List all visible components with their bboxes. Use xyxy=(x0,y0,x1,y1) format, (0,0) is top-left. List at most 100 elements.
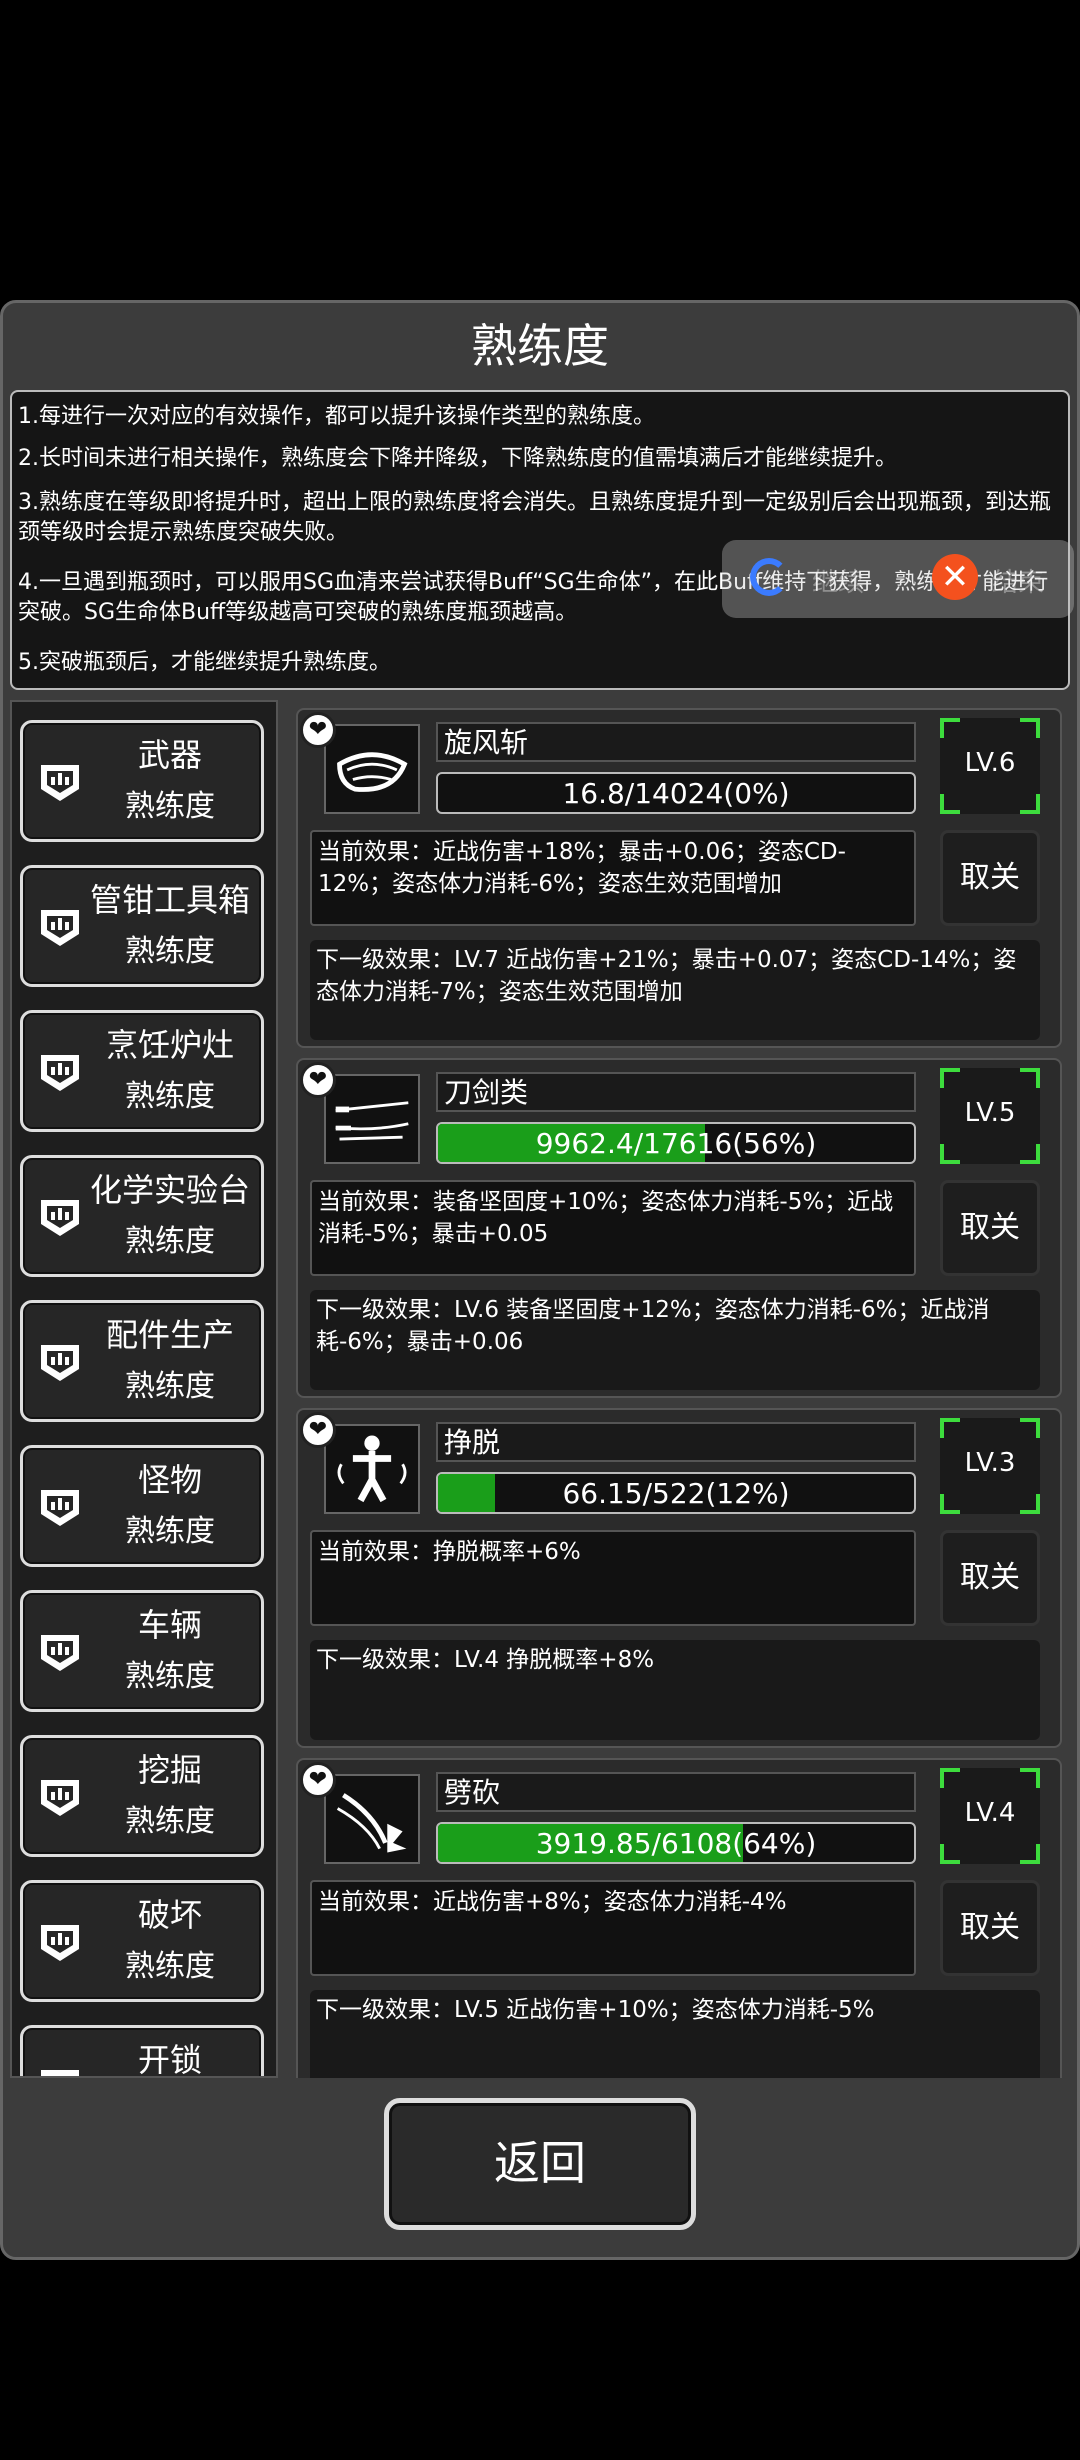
category-name: 挖掘 xyxy=(137,1751,202,1789)
current-effect-box: 当前效果：挣脱概率+6% xyxy=(310,1530,916,1626)
level-badge: LV.6 xyxy=(940,718,1040,814)
category-subtitle: 熟练度 xyxy=(125,789,215,824)
refresh-icon[interactable] xyxy=(750,558,788,596)
whirlwind-slash-icon xyxy=(337,752,408,792)
continue-label[interactable]: 继续 xyxy=(812,562,864,599)
level-text: LV.5 xyxy=(964,1098,1016,1128)
skill-name-box: 刀剑类 xyxy=(436,1072,916,1112)
category-name: 怪物 xyxy=(137,1461,202,1499)
current-effect-box: 当前效果：近战伤害+18%；暴击+0.06；姿态CD-12%；姿态体力消耗-6%… xyxy=(310,830,916,926)
category-subtitle: 熟练度 xyxy=(125,1224,215,1259)
progress-bar: 9962.4/17616(56%) xyxy=(436,1122,916,1164)
category-badge-icon xyxy=(41,1200,79,1236)
category-subtitle: 熟练度 xyxy=(125,1079,215,1114)
unfollow-button[interactable]: 取关 xyxy=(940,1530,1040,1626)
skill-card: ❤ 旋风斩 16.8/14024(0%) LV.6 当前效果：近战伤害+18%；暴击+0… xyxy=(296,708,1062,1048)
level-badge: LV.4 xyxy=(940,1768,1040,1864)
floating-control-bar: 继续 ✕ 结束 xyxy=(722,540,1074,618)
skill-icon-frame xyxy=(324,724,420,814)
category-button[interactable]: 怪物 熟练度 xyxy=(20,1445,264,1567)
current-effect-box: 当前效果：装备坚固度+10%；姿态体力消耗-5%；近战消耗-5%；暴击+0.05 xyxy=(310,1180,916,1276)
unfollow-button[interactable]: 取关 xyxy=(940,830,1040,926)
category-name: 武器 xyxy=(137,736,202,774)
category-button[interactable]: 武器 熟练度 xyxy=(20,720,264,842)
swords-icon xyxy=(335,1101,409,1141)
skill-card: ❤ 挣脱 66.15/522(12%) LV.3 当前效果：挣脱概率+6% 取关下一级效果… xyxy=(296,1408,1062,1748)
skill-name: 劈砍 xyxy=(444,1776,501,1809)
close-icon[interactable]: ✕ xyxy=(932,554,978,600)
level-text: LV.6 xyxy=(964,748,1016,778)
level-text: LV.3 xyxy=(964,1448,1016,1478)
current-effect-text: 当前效果：近战伤害+8%；姿态体力消耗-4% xyxy=(318,1889,787,1915)
category-button[interactable]: 开锁熟练度 xyxy=(20,2025,264,2076)
progress-text: 3919.85/6108(64%) xyxy=(535,1827,817,1860)
category-button[interactable]: 配件生产 熟练度 xyxy=(20,1300,264,1422)
category-badge-icon xyxy=(41,1925,79,1961)
unfollow-button[interactable]: 取关 xyxy=(940,1880,1040,1976)
level-badge: LV.3 xyxy=(940,1418,1040,1514)
current-effect-text: 当前效果：装备坚固度+10%；姿态体力消耗-5%；近战消耗-5%；暴击+0.05 xyxy=(318,1189,894,1247)
progress-text: 66.15/522(12%) xyxy=(562,1477,790,1510)
category-badge-icon xyxy=(41,765,79,801)
info-line: 5.突破瓶颈后，才能继续提升熟练度。 xyxy=(18,650,391,675)
category-name: 管钳工具箱 xyxy=(89,881,250,919)
skill-name-box: 劈砍 xyxy=(436,1772,916,1812)
category-badge-icon xyxy=(41,1345,79,1381)
category-badge-icon xyxy=(41,2070,79,2076)
next-effect-box: 下一级效果：LV.7 近战伤害+21%；暴击+0.07；姿态CD-14%；姿态体… xyxy=(310,940,1040,1040)
progress-text: 9962.4/17616(56%) xyxy=(535,1127,817,1160)
skill-list: ❤ 旋风斩 16.8/14024(0%) LV.6 当前效果：近战伤害+18%；暴击+0… xyxy=(288,700,1070,2078)
category-button[interactable]: 烹饪炉灶 熟练度 xyxy=(20,1010,264,1132)
skill-card: ❤ 刀剑类 9962.4/17616(56%) LV.5 当前效果：装备坚固度+10%；… xyxy=(296,1058,1062,1398)
category-subtitle: 熟练度 xyxy=(125,1659,215,1694)
next-effect-box: 下一级效果：LV.5 近战伤害+10%；姿态体力消耗-5% xyxy=(310,1990,1040,2078)
favorite-heart-icon[interactable]: ❤ xyxy=(300,1062,336,1098)
progress-bar: 3919.85/6108(64%) xyxy=(436,1822,916,1864)
next-effect-text: 下一级效果：LV.6 装备坚固度+12%；姿态体力消耗-6%；近战消耗-6%；暴… xyxy=(316,1297,990,1355)
favorite-heart-icon[interactable]: ❤ xyxy=(300,1412,336,1448)
next-effect-box: 下一级效果：LV.6 装备坚固度+12%；姿态体力消耗-6%；近战消耗-6%；暴… xyxy=(310,1290,1040,1390)
category-button[interactable]: 管钳工具箱 熟练度 xyxy=(20,865,264,987)
category-name: 化学实验台 xyxy=(89,1171,250,1209)
current-effect-text: 当前效果：挣脱概率+6% xyxy=(318,1539,581,1565)
skill-icon-frame xyxy=(324,1074,420,1164)
skill-icon-frame xyxy=(324,1774,420,1864)
current-effect-text: 当前效果：近战伤害+18%；暴击+0.06；姿态CD-12%；姿态体力消耗-6%… xyxy=(318,839,846,897)
skill-name-box: 挣脱 xyxy=(436,1422,916,1462)
progress-bar: 16.8/14024(0%) xyxy=(436,772,916,814)
skill-name: 旋风斩 xyxy=(444,726,529,759)
skill-name: 挣脱 xyxy=(444,1426,501,1459)
category-name: 车辆 xyxy=(137,1606,202,1644)
category-sidebar: 武器 熟练度 管钳工具箱 熟练度 烹饪炉灶 熟练度 化学实验台 熟练度 配件生产 熟练度 怪物 熟练度… xyxy=(10,700,278,2078)
info-line: 1.每进行一次对应的有效操作，都可以提升该操作类型的熟练度。 xyxy=(18,404,655,429)
category-subtitle: 熟练度 xyxy=(125,934,215,969)
favorite-heart-icon[interactable]: ❤ xyxy=(300,1762,336,1798)
unfollow-button[interactable]: 取关 xyxy=(940,1180,1040,1276)
back-button[interactable]: 返回 xyxy=(384,2098,696,2230)
category-badge-icon xyxy=(41,910,79,946)
category-button[interactable]: 破坏 熟练度 xyxy=(20,1880,264,2002)
skill-name: 刀剑类 xyxy=(444,1076,529,1109)
category-subtitle: 熟练度 xyxy=(125,1949,215,1984)
favorite-heart-icon[interactable]: ❤ xyxy=(300,712,336,748)
progress-text: 16.8/14024(0%) xyxy=(562,777,790,810)
category-subtitle: 熟练度 xyxy=(125,1514,215,1549)
category-name: 配件生产 xyxy=(105,1316,234,1354)
progress-bar: 66.15/522(12%) xyxy=(436,1472,916,1514)
next-effect-text: 下一级效果：LV.4 挣脱概率+8% xyxy=(316,1647,655,1673)
level-text: LV.4 xyxy=(964,1798,1016,1828)
category-button[interactable]: 挖掘 熟练度 xyxy=(20,1735,264,1857)
info-line: 3.熟练度在等级即将提升时，超出上限的熟练度将会消失。且熟练度提升到一定级别后会… xyxy=(18,490,1051,545)
info-line: 2.长时间未进行相关操作，熟练度会下降并降级，下降熟练度的值需填满后才能继续提升… xyxy=(18,446,897,471)
category-subtitle: 熟练度 xyxy=(125,1369,215,1404)
category-button[interactable]: 车辆 熟练度 xyxy=(20,1590,264,1712)
category-badge-icon xyxy=(41,1780,79,1816)
struggle-free-icon xyxy=(337,1435,407,1503)
skill-icon-frame xyxy=(324,1424,420,1514)
next-effect-box: 下一级效果：LV.4 挣脱概率+8% xyxy=(310,1640,1040,1740)
category-button[interactable]: 化学实验台 熟练度 xyxy=(20,1155,264,1277)
category-name: 破坏 xyxy=(137,1896,202,1934)
end-label[interactable]: 结束 xyxy=(992,562,1044,599)
skill-card: ❤ 劈砍 3919.85/6108(64%) LV.4 当前效果：近战伤害+8%；姿态体… xyxy=(296,1758,1062,2078)
category-badge-icon xyxy=(41,1635,79,1671)
